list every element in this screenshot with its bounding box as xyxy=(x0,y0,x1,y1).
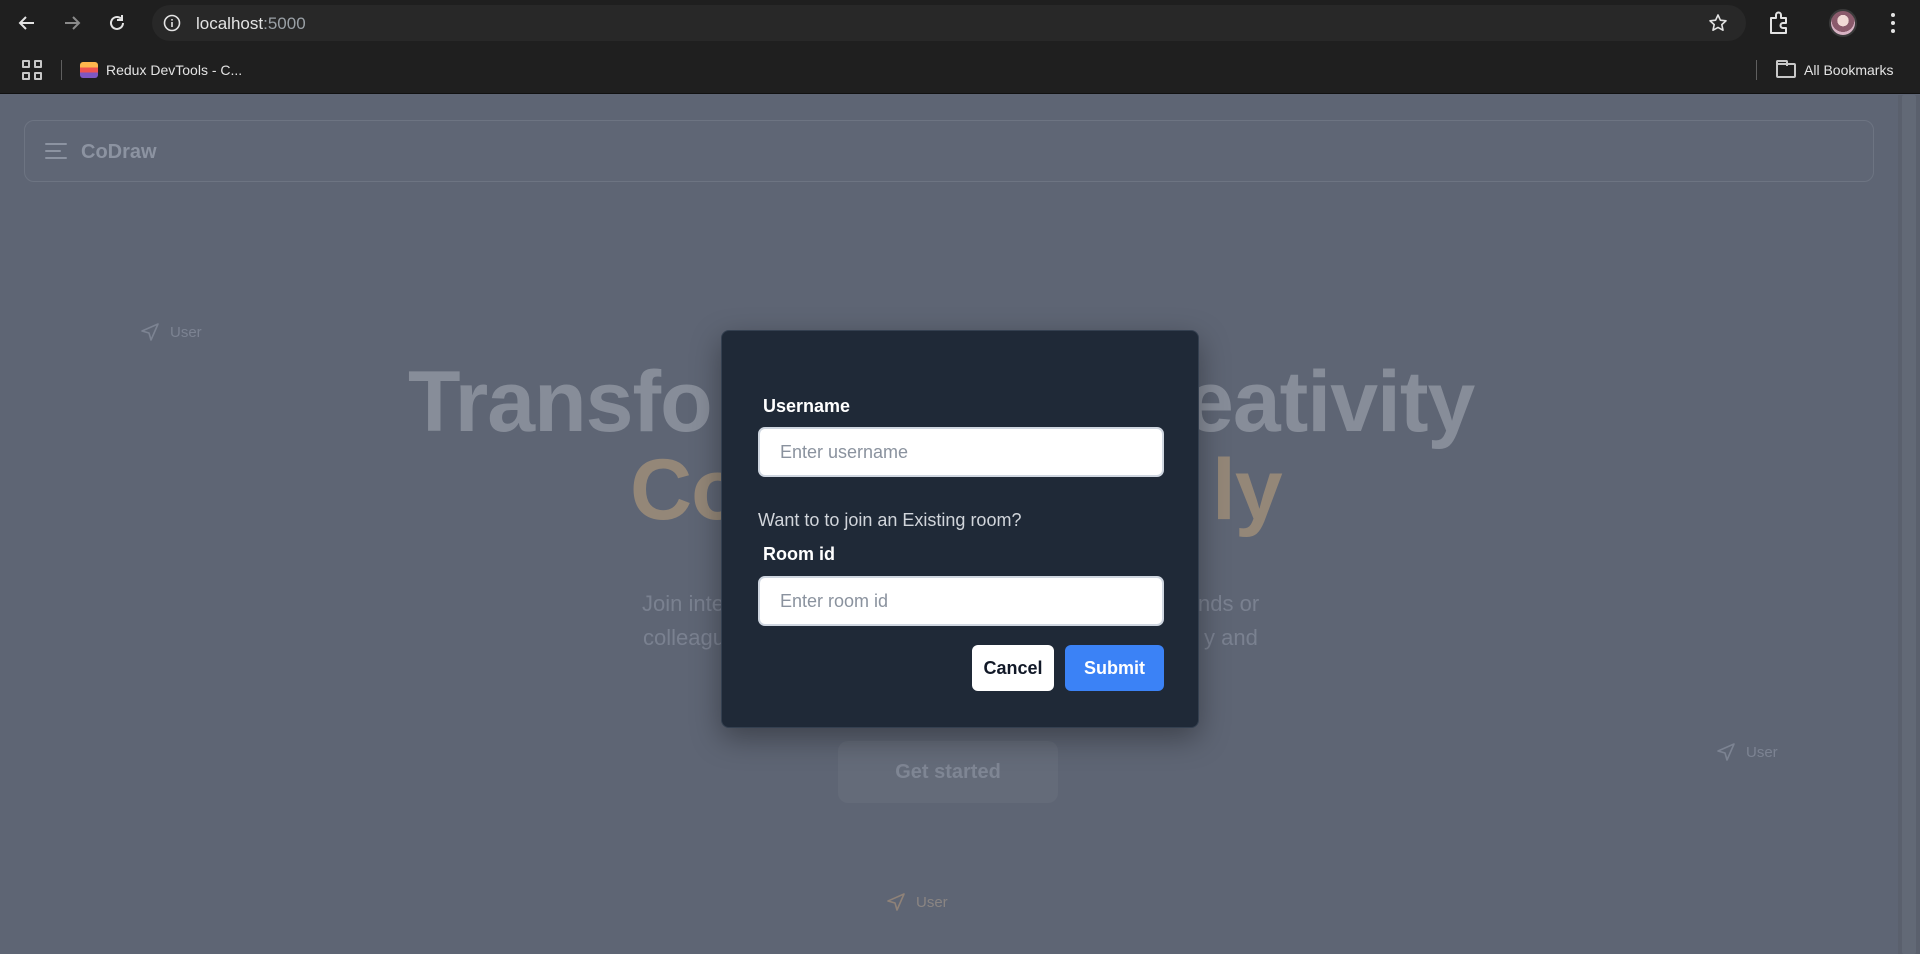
bookmark-label: Redux DevTools - C... xyxy=(106,62,243,78)
send-icon xyxy=(887,893,905,911)
username-label: Username xyxy=(763,396,851,416)
room-id-input[interactable] xyxy=(758,576,1164,626)
bookmark-star-icon[interactable] xyxy=(1708,13,1728,33)
cursor-label: User xyxy=(170,323,202,341)
join-room-dialog: Username Want to to join an Existing roo… xyxy=(721,330,1199,728)
remote-cursor: User xyxy=(886,892,948,912)
submit-button[interactable]: Submit xyxy=(1065,645,1164,691)
room-id-label: Room id xyxy=(763,544,835,564)
cursor-label: User xyxy=(916,893,948,911)
join-existing-room-prompt: Want to to join an Existing room? xyxy=(758,510,1022,530)
bookmarks-divider xyxy=(1756,60,1757,80)
cursor-label: User xyxy=(1746,743,1778,761)
bookmark-redux-devtools[interactable]: Redux DevTools - C... xyxy=(80,58,242,82)
puzzle-icon[interactable] xyxy=(1766,10,1792,36)
url-port: :5000 xyxy=(263,14,306,33)
info-icon[interactable] xyxy=(162,13,182,33)
remote-cursor: User xyxy=(140,322,202,342)
url-text[interactable]: localhost:5000 xyxy=(196,14,306,34)
all-bookmarks-button[interactable]: All Bookmarks xyxy=(1776,58,1893,82)
hero-subtitle-fragment: Join inte xyxy=(642,591,724,616)
scrollbar-thumb[interactable] xyxy=(1902,95,1916,954)
apps-grid-icon[interactable] xyxy=(22,60,42,80)
redux-devtools-favicon-icon xyxy=(80,62,98,78)
app-navbar: CoDraw xyxy=(24,120,1874,182)
hamburger-icon[interactable] xyxy=(45,143,67,159)
remote-cursor: User xyxy=(1716,742,1778,762)
back-arrow-icon[interactable] xyxy=(13,9,41,37)
folder-icon xyxy=(1776,59,1796,78)
get-started-button[interactable]: Get started xyxy=(838,741,1058,803)
hero-title-fragment: Transfo xyxy=(408,354,713,450)
send-icon xyxy=(141,323,159,341)
send-icon xyxy=(1717,743,1735,761)
profile-avatar[interactable] xyxy=(1829,9,1857,37)
reload-icon[interactable] xyxy=(103,9,131,37)
brand-logo-text[interactable]: CoDraw xyxy=(81,141,157,164)
hero-subtitle-fragment: y and xyxy=(1204,625,1258,650)
page-scrollbar[interactable] xyxy=(1898,95,1920,954)
kebab-menu-icon[interactable] xyxy=(1882,11,1904,35)
browser-toolbar: localhost:5000 xyxy=(0,0,1920,46)
hero-subtitle-fragment: nds or xyxy=(1198,591,1260,616)
cancel-button[interactable]: Cancel xyxy=(972,645,1054,691)
bookmarks-bar: Redux DevTools - C... All Bookmarks xyxy=(0,46,1920,94)
forward-arrow-icon[interactable] xyxy=(58,9,86,37)
url-host: localhost xyxy=(196,14,264,33)
username-input[interactable] xyxy=(758,427,1164,477)
address-bar[interactable]: localhost:5000 xyxy=(152,5,1746,41)
all-bookmarks-label: All Bookmarks xyxy=(1804,62,1894,78)
hero-title-line1: Transfo eativity xyxy=(408,353,1475,452)
hero-subtitle-fragment: colleagu xyxy=(643,625,725,650)
bookmarks-divider xyxy=(61,60,62,80)
hero-title-fragment: ly xyxy=(1212,442,1283,538)
hero-title-fragment: eativity xyxy=(1186,354,1475,450)
